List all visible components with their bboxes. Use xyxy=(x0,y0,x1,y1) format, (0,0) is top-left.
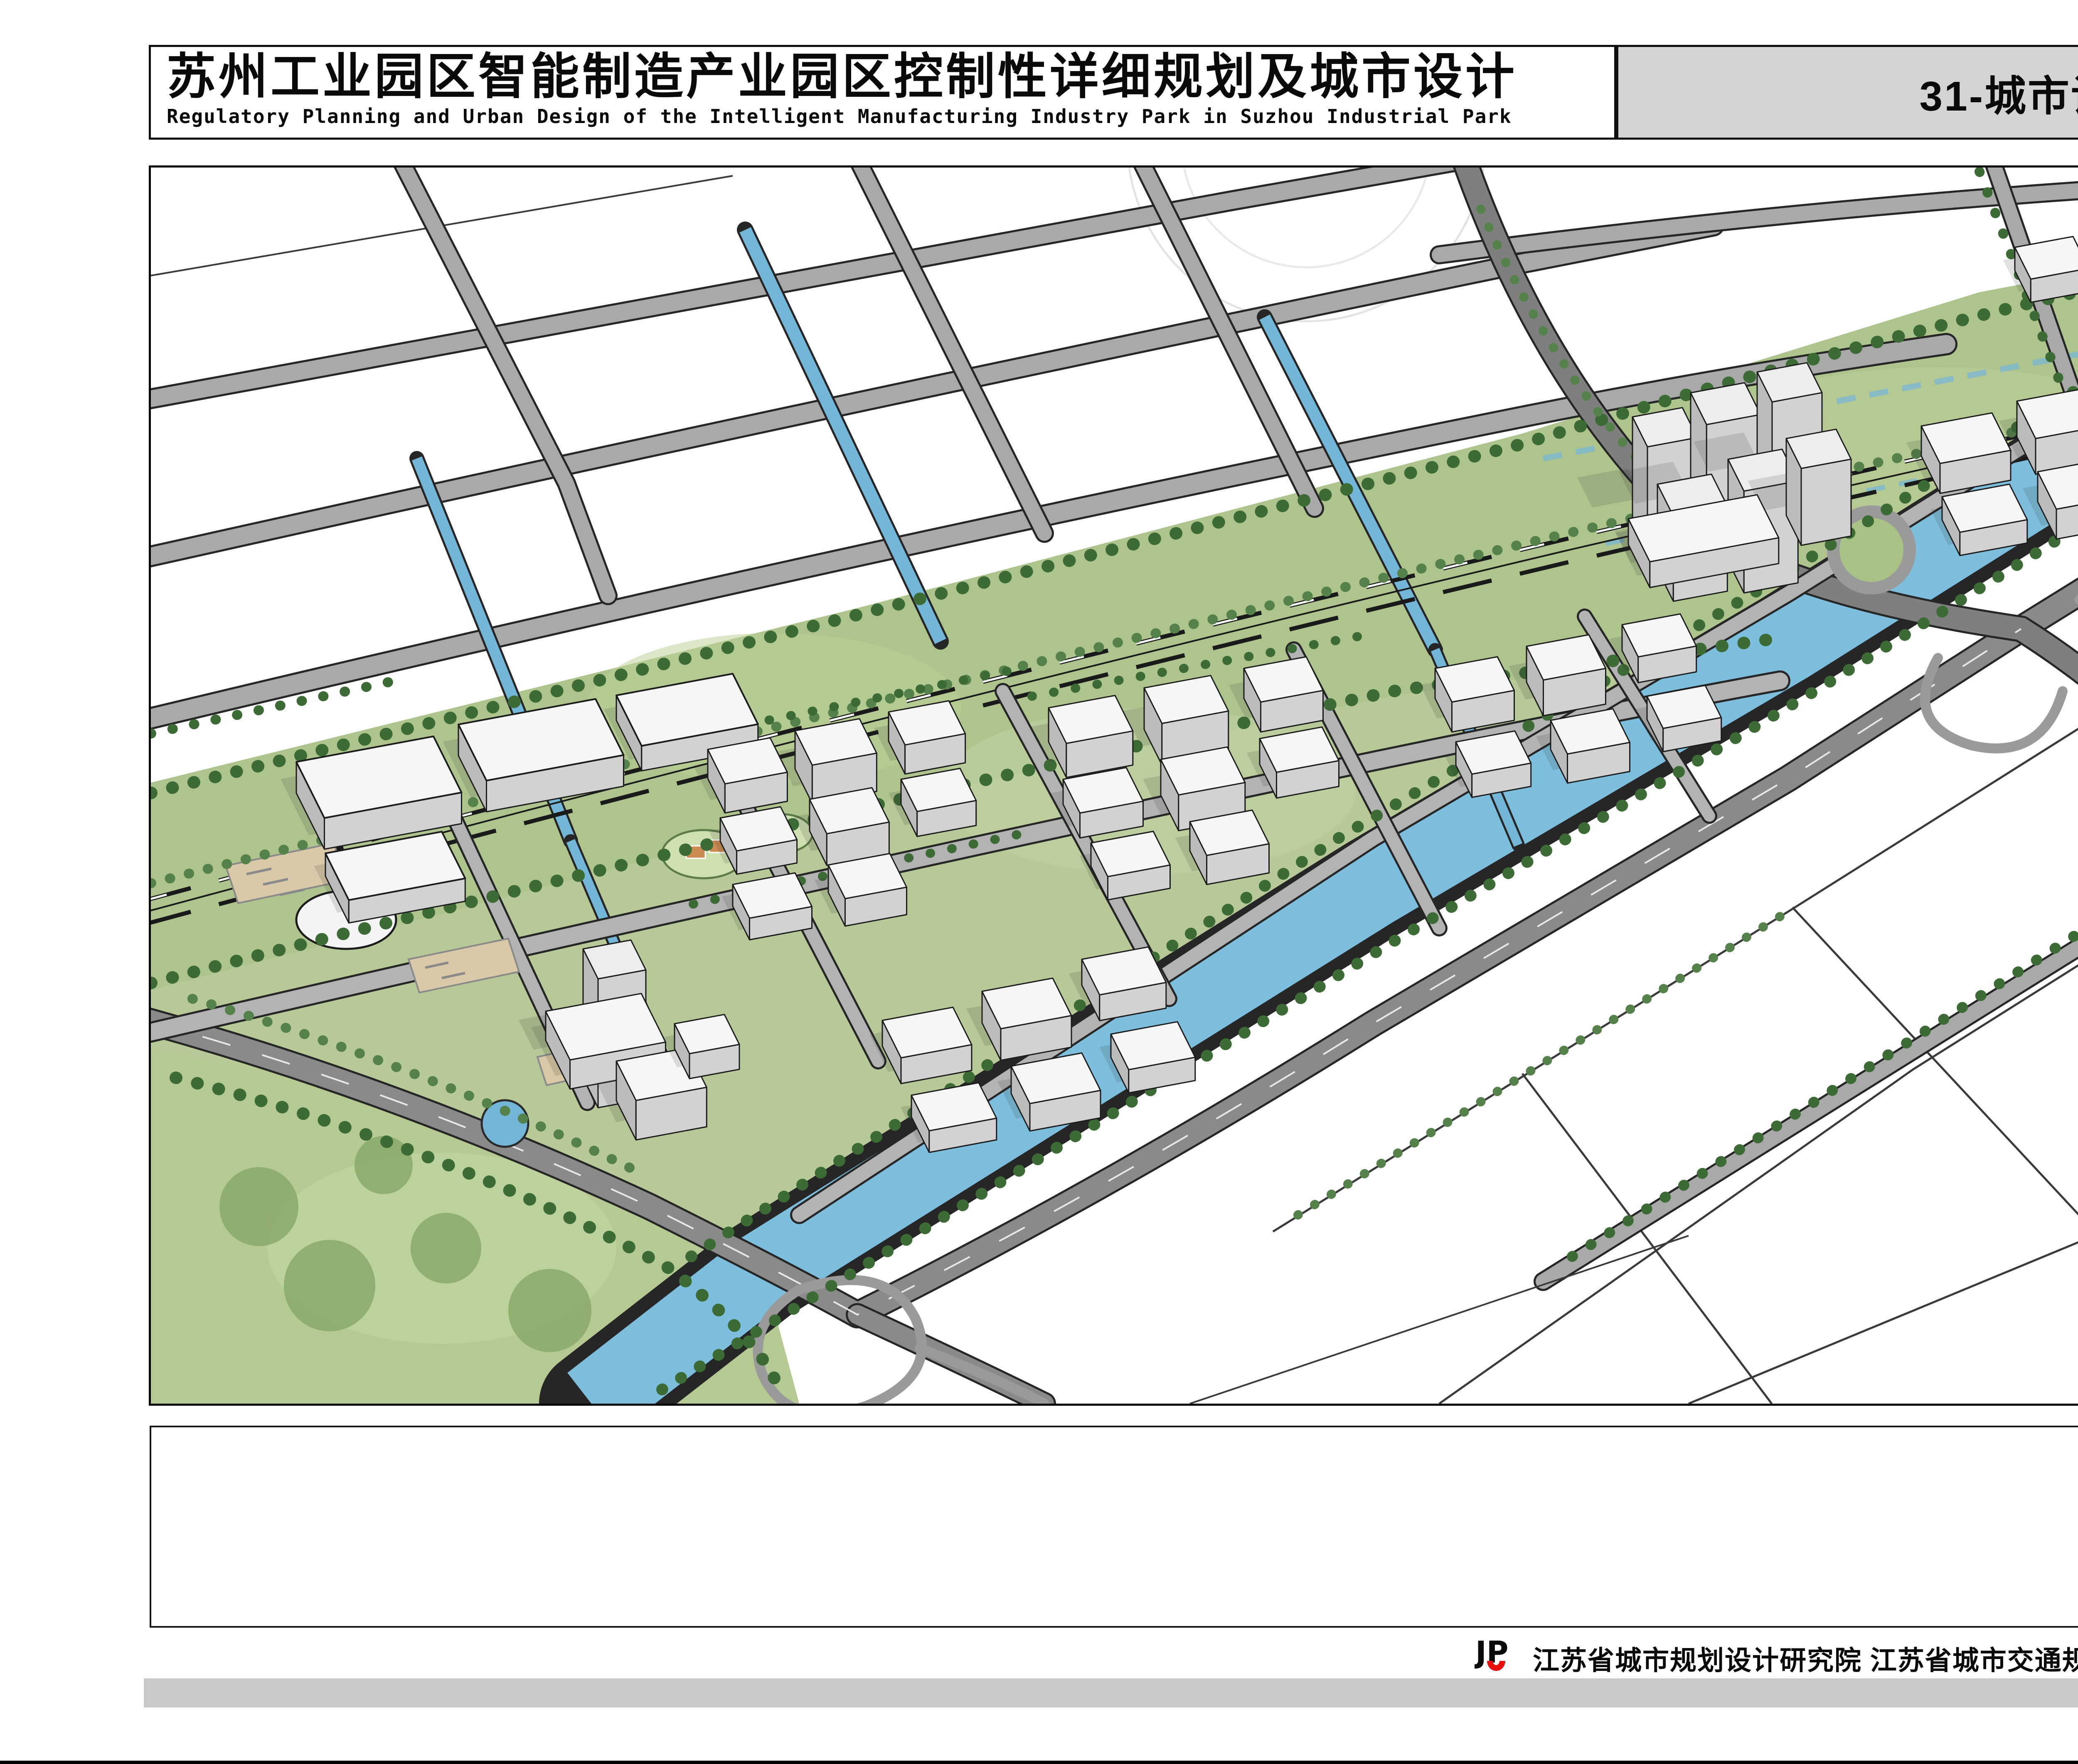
plan-sheet: 苏州工业园区智能制造产业园区控制性详细规划及城市设计 Regulatory Pl… xyxy=(0,0,2078,1764)
footer-institutions: 江苏省城市规划设计研究院 江苏省城市交通规划研究中心 xyxy=(1533,1639,2078,1678)
sheet-bottom-edge xyxy=(0,1761,2078,1764)
notes-table xyxy=(150,1426,2078,1628)
bottom-gray-bar xyxy=(144,1678,2078,1707)
drawing-number-block: 31-城市设计三维鸟瞰图 xyxy=(1616,45,2078,140)
birdseye-rendering xyxy=(149,165,2078,1406)
sheet-subtitle-english: Regulatory Planning and Urban Design of … xyxy=(167,105,1606,128)
sheet-title-chinese: 苏州工业园区智能制造产业园区控制性详细规划及城市设计 xyxy=(167,49,1606,104)
jp-logo: JP xyxy=(1475,1637,1520,1675)
birdseye-scene-svg xyxy=(151,168,2078,1404)
header-band: 苏州工业园区智能制造产业园区控制性详细规划及城市设计 Regulatory Pl… xyxy=(149,45,1616,140)
drawing-number-label: 31-城市设计三维鸟瞰图 xyxy=(1919,62,2078,123)
